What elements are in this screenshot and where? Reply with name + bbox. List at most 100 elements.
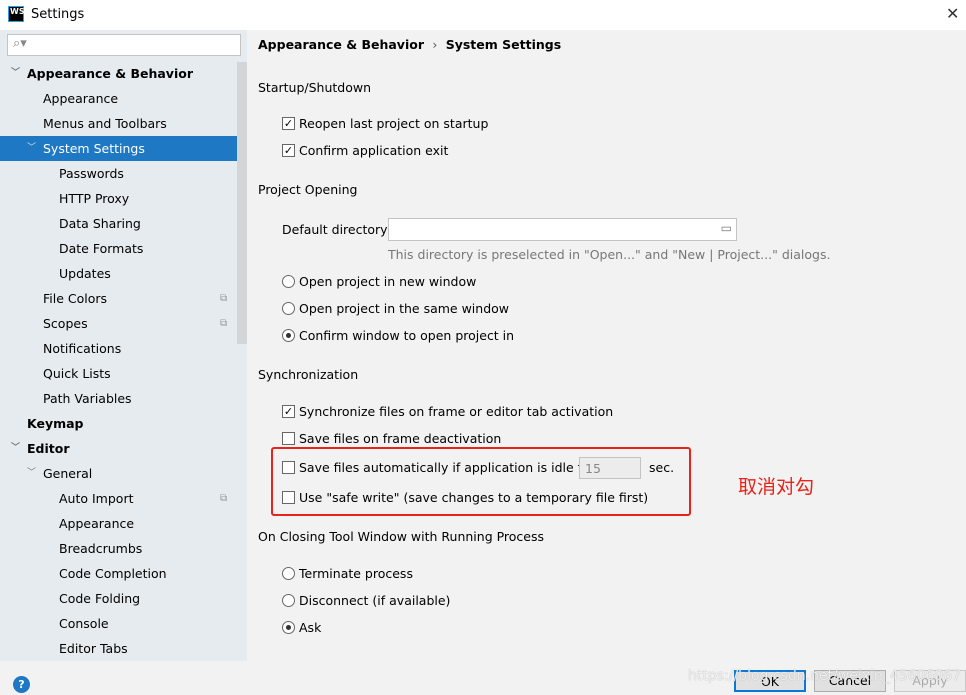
sidebar-item-label: Quick Lists — [43, 366, 111, 381]
annotation-highlight-box — [271, 447, 691, 516]
reopen-label[interactable]: Reopen last project on startup — [299, 116, 488, 131]
reopen-checkbox[interactable]: ✓ — [282, 117, 295, 130]
sidebar-item-label: Date Formats — [59, 241, 144, 256]
breadcrumb-parent[interactable]: Appearance & Behavior — [258, 37, 424, 52]
section-startup: Startup/Shutdown — [258, 80, 372, 95]
sidebar-item-label: Keymap — [27, 416, 84, 431]
sidebar-item[interactable]: ﹀ Editor — [0, 436, 237, 461]
project-scope-icon: ⧉ — [220, 293, 228, 304]
radio-disconnect-label[interactable]: Disconnect (if available) — [299, 593, 450, 608]
radio-same-window[interactable] — [282, 302, 295, 315]
sidebar-item-label: Path Variables — [43, 391, 132, 406]
confirm-exit-checkbox[interactable]: ✓ — [282, 144, 295, 157]
project-scope-icon: ⧉ — [220, 318, 228, 329]
sidebar-item[interactable]: HTTP Proxy — [0, 186, 237, 211]
chevron-down-icon[interactable]: ﹀ — [11, 61, 20, 86]
sidebar-item[interactable]: Code Folding — [0, 586, 237, 611]
radio-confirm-window-label[interactable]: Confirm window to open project in — [299, 328, 514, 343]
sidebar-item[interactable]: ﹀ System Settings — [0, 136, 247, 161]
sidebar-item-label: Editor Tabs — [59, 641, 128, 656]
sidebar-item-label: Appearance — [59, 516, 135, 531]
radio-disconnect[interactable] — [282, 594, 295, 607]
save-deactivation-label[interactable]: Save files on frame deactivation — [299, 431, 501, 446]
directory-hint: This directory is preselected in "Open..… — [388, 247, 831, 262]
radio-ask[interactable] — [282, 621, 295, 634]
sidebar-item-label: Scopes — [43, 316, 88, 331]
sidebar-item-label: Menus and Toolbars — [43, 116, 167, 131]
section-synchronization: Synchronization — [258, 367, 359, 382]
chevron-down-icon[interactable]: ﹀ — [11, 436, 20, 461]
sidebar-item-label: Editor — [27, 441, 70, 456]
sidebar-item-label: File Colors — [43, 291, 108, 306]
sidebar-item[interactable]: Code Completion — [0, 561, 237, 586]
sidebar-item-label: Appearance & Behavior — [27, 66, 193, 81]
sidebar-item[interactable]: Breadcrumbs — [0, 536, 237, 561]
chevron-down-icon[interactable]: ﹀ — [27, 136, 36, 161]
sidebar-item-label: Notifications — [43, 341, 122, 356]
sidebar-item-label: Appearance — [43, 91, 119, 106]
search-icon: ⌕▾ — [13, 36, 27, 51]
section-title: Startup/Shutdown — [258, 80, 372, 95]
sidebar-item-label: Breadcrumbs — [59, 541, 143, 556]
title-bar: WS Settings ✕ — [0, 0, 966, 30]
sidebar-item[interactable]: Auto Import ⧉ — [0, 486, 237, 511]
sidebar-item[interactable]: Console — [0, 611, 237, 636]
search-input[interactable]: ⌕▾ — [7, 34, 241, 56]
radio-terminate[interactable] — [282, 567, 295, 580]
settings-sidebar: ⌕▾ ﹀ Appearance & Behavior Appearance Menus… — [0, 30, 247, 661]
radio-confirm-window[interactable] — [282, 329, 295, 342]
sidebar-item-label: HTTP Proxy — [59, 191, 130, 206]
radio-same-window-label[interactable]: Open project in the same window — [299, 301, 509, 316]
sidebar-item[interactable]: Date Formats — [0, 236, 237, 261]
sidebar-item-label: Updates — [59, 266, 111, 281]
sidebar-item[interactable]: File Colors ⧉ — [0, 286, 237, 311]
default-directory-input[interactable]: ▭ — [388, 218, 737, 241]
sidebar-item[interactable]: Updates — [0, 261, 237, 286]
section-closing: On Closing Tool Window with Running Proc… — [258, 529, 545, 544]
sidebar-item[interactable]: Path Variables — [0, 386, 237, 411]
sidebar-item[interactable]: Appearance — [0, 511, 237, 536]
project-scope-icon: ⧉ — [220, 493, 228, 504]
folder-icon[interactable]: ▭ — [721, 221, 732, 235]
watermark: https://blog.csdn.net/weixin_45606067 — [688, 668, 962, 684]
sidebar-item[interactable]: Keymap — [0, 411, 237, 436]
sidebar-item[interactable]: Passwords — [0, 161, 237, 186]
window-title: Settings — [31, 7, 85, 22]
sync-files-label[interactable]: Synchronize files on frame or editor tab… — [299, 404, 613, 419]
help-icon[interactable]: ? — [13, 676, 30, 693]
sidebar-item-label: Passwords — [59, 166, 124, 181]
sidebar-item[interactable]: Data Sharing — [0, 211, 237, 236]
confirm-exit-label[interactable]: Confirm application exit — [299, 143, 448, 158]
chevron-down-icon[interactable]: ﹀ — [27, 461, 36, 486]
default-directory-label: Default directory: — [282, 222, 391, 237]
sidebar-item-label: System Settings — [43, 141, 145, 156]
sidebar-item-label: General — [43, 466, 93, 481]
sync-files-checkbox[interactable]: ✓ — [282, 405, 295, 418]
radio-ask-label[interactable]: Ask — [299, 620, 321, 635]
sidebar-item[interactable]: ﹀ General — [0, 461, 237, 486]
close-icon[interactable]: ✕ — [946, 4, 959, 23]
sidebar-item[interactable]: Scopes ⧉ — [0, 311, 237, 336]
sidebar-item[interactable]: Menus and Toolbars — [0, 111, 237, 136]
radio-terminate-label[interactable]: Terminate process — [299, 566, 413, 581]
radio-new-window-label[interactable]: Open project in new window — [299, 274, 476, 289]
breadcrumb-separator: › — [432, 37, 438, 52]
annotation-note: 取消对勾 — [738, 476, 815, 498]
sidebar-item-label: Code Folding — [59, 591, 141, 606]
sidebar-item[interactable]: ﹀ Appearance & Behavior — [0, 61, 237, 86]
section-project-opening: Project Opening — [258, 182, 358, 197]
webstorm-logo-icon: WS — [8, 6, 25, 22]
sidebar-scrollbar[interactable] — [237, 62, 247, 344]
save-deactivation-checkbox[interactable] — [282, 432, 295, 445]
breadcrumb: Appearance & Behavior › System Settings — [258, 37, 561, 52]
radio-new-window[interactable] — [282, 275, 295, 288]
sidebar-item[interactable]: Editor Tabs — [0, 636, 237, 661]
breadcrumb-current: System Settings — [445, 37, 562, 52]
sidebar-item-label: Console — [59, 616, 109, 631]
sidebar-item[interactable]: Quick Lists — [0, 361, 237, 386]
sidebar-item-label: Data Sharing — [59, 216, 141, 231]
sidebar-item-label: Code Completion — [59, 566, 167, 581]
sidebar-item-label: Auto Import — [59, 491, 134, 506]
sidebar-item[interactable]: Appearance — [0, 86, 237, 111]
sidebar-item[interactable]: Notifications — [0, 336, 237, 361]
